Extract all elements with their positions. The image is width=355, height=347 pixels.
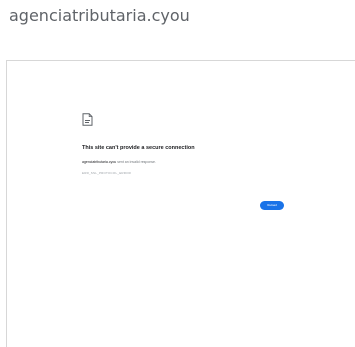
error-detail: agenciatributaria.cyou sent an invalid r…	[82, 160, 156, 164]
error-detail-host: agenciatributaria.cyou	[82, 160, 117, 164]
browser-viewport	[6, 60, 355, 347]
broken-page-icon	[82, 113, 93, 126]
page: agenciatributaria.cyou This site can't p…	[0, 0, 355, 347]
error-detail-text: sent an invalid response.	[116, 160, 156, 164]
error-code: ERR_SSL_PROTOCOL_ERROR	[82, 171, 132, 175]
reload-button[interactable]: Reload	[260, 201, 284, 210]
error-heading: This site can't provide a secure connect…	[82, 145, 195, 151]
domain-title: agenciatributaria.cyou	[9, 6, 190, 25]
